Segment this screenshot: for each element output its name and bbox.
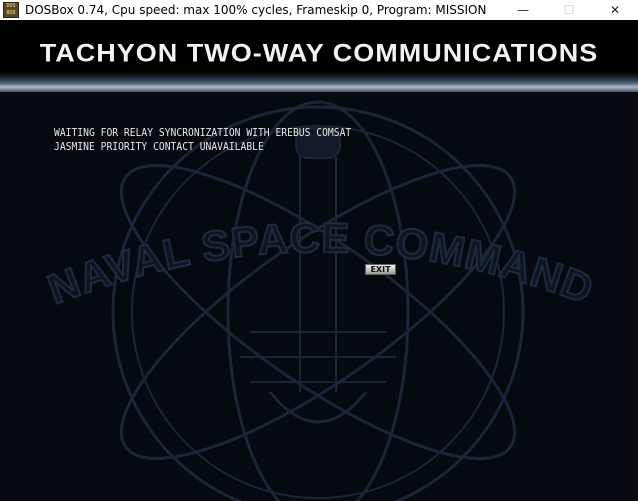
status-message-2: JASMINE PRIORITY CONTACT UNAVAILABLE <box>54 140 264 153</box>
window-title-bar[interactable]: DOS BOX DOSBox 0.74, Cpu speed: max 100%… <box>0 0 638 20</box>
emblem-orbit-2 <box>119 164 517 460</box>
window-controls: — ☐ ✕ <box>500 0 638 20</box>
window-title: DOSBox 0.74, Cpu speed: max 100% cycles,… <box>25 3 487 17</box>
naval-space-command-emblem: NAVAL SPACE COMMAND <box>40 100 600 501</box>
emblem-bars <box>240 331 396 383</box>
dosbox-icon[interactable]: DOS BOX <box>3 2 19 18</box>
header-title: TACHYON TWO-WAY COMMUNICATIONS <box>39 39 599 67</box>
game-screen: TACHYON TWO-WAY COMMUNICATIONS NAVAL SPA… <box>0 20 638 501</box>
emblem-inner-ring <box>131 125 505 499</box>
header-band: TACHYON TWO-WAY COMMUNICATIONS <box>0 20 638 92</box>
exit-button[interactable]: EXIT <box>365 264 396 275</box>
status-message-1: WAITING FOR RELAY SYNCRONIZATION WITH ER… <box>54 126 352 139</box>
emblem-orbit-1 <box>119 164 517 460</box>
minimize-button[interactable]: — <box>500 0 546 20</box>
emblem-orbit-3 <box>226 100 410 501</box>
close-button[interactable]: ✕ <box>592 0 638 20</box>
emblem-tower <box>299 132 337 392</box>
maximize-button[interactable]: ☐ <box>546 0 592 20</box>
